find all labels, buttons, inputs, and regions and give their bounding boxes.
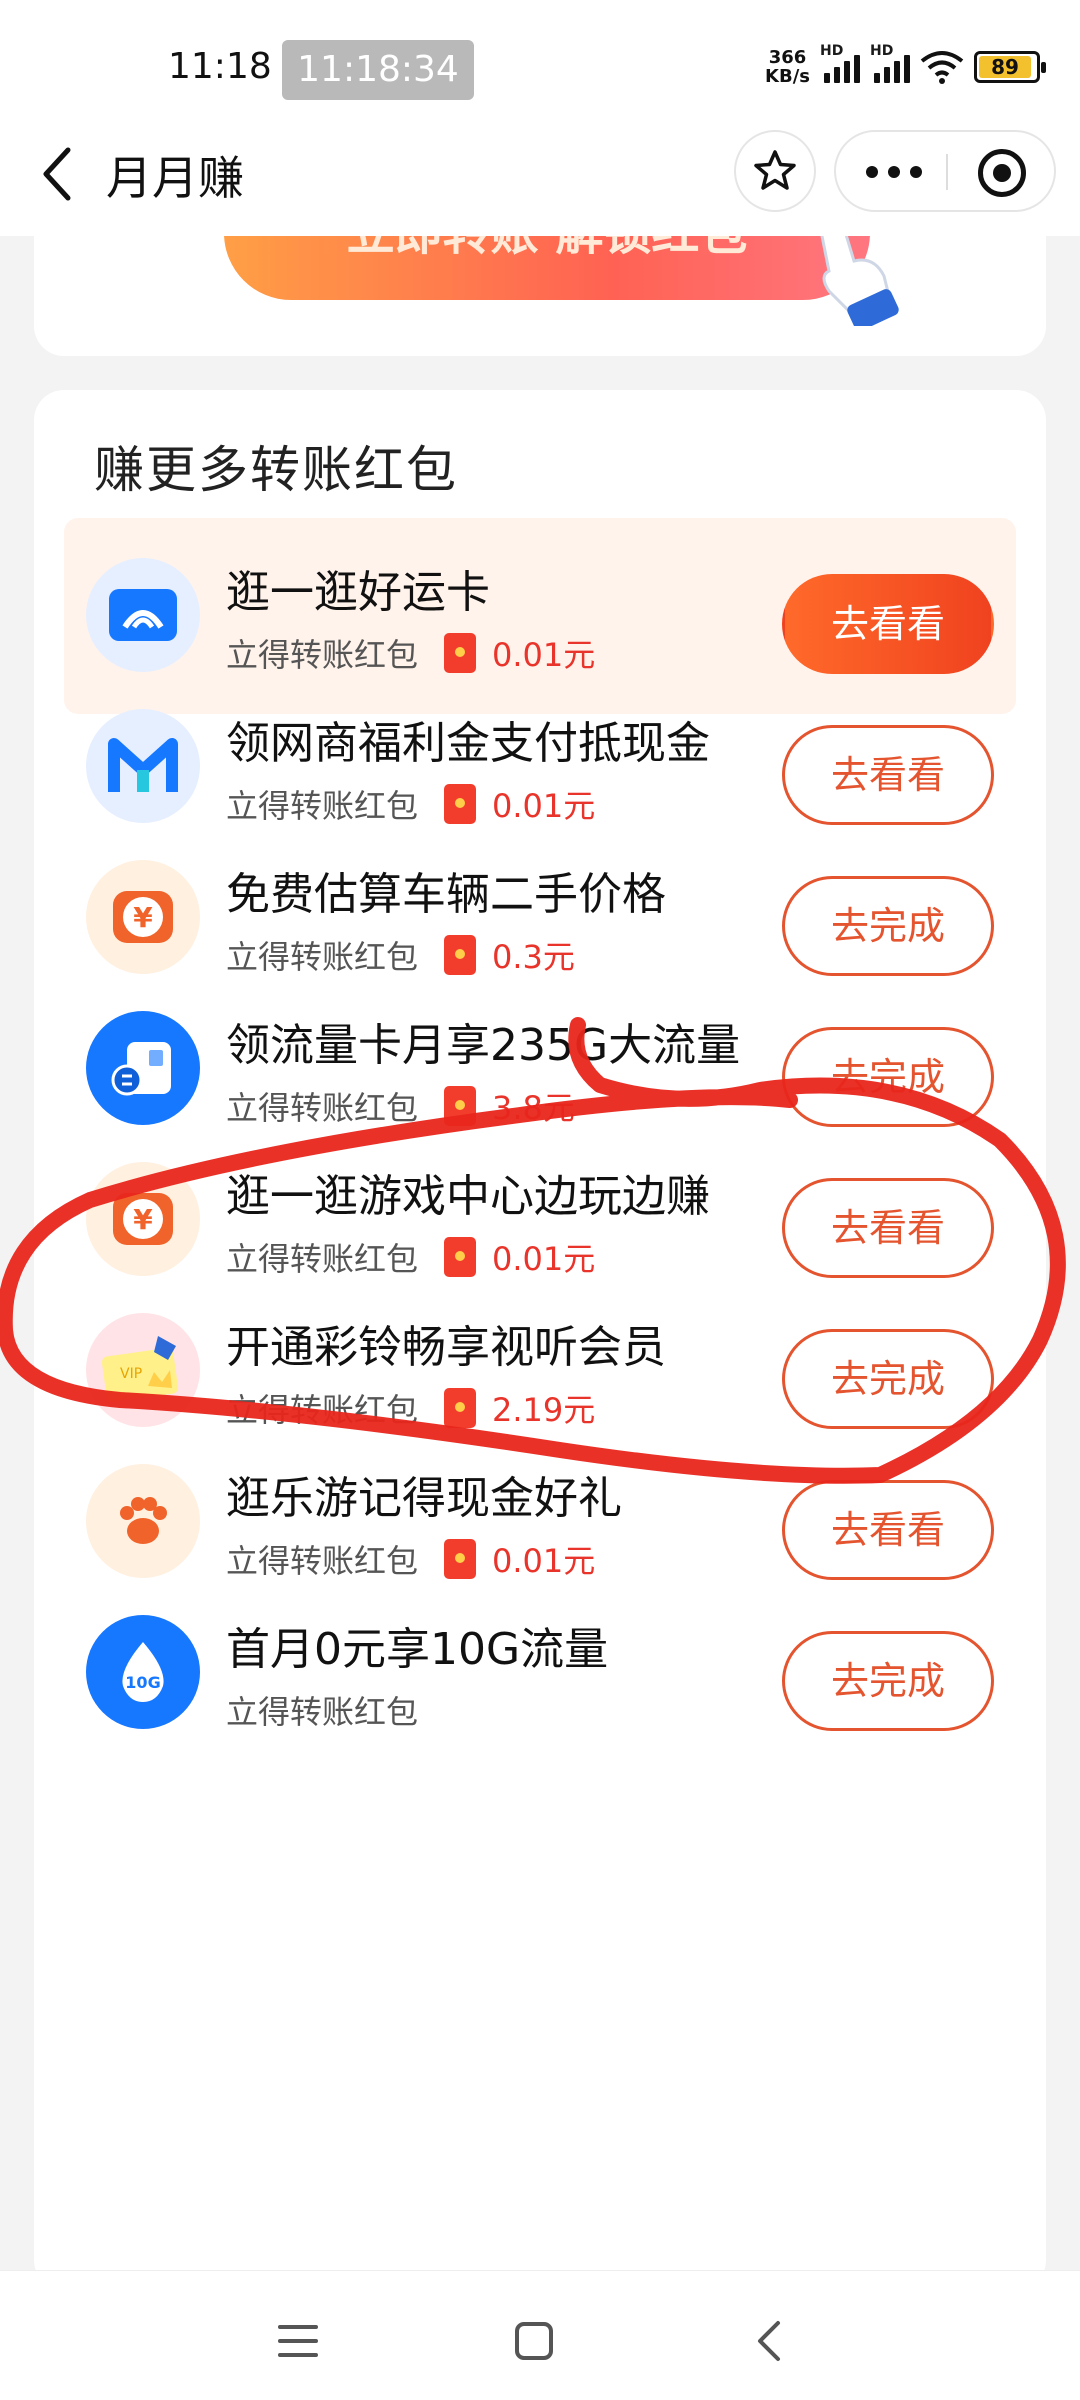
data-drop-icon: 10G [86,1615,200,1729]
svg-text:VIP: VIP [120,1366,142,1382]
hd-label-2: HD [870,43,894,59]
signal-icon: HD [820,43,860,83]
red-envelope-icon [444,784,477,824]
wifi-card-icon [86,558,200,672]
network-speed: 366 KB/s [765,48,810,86]
task-subtitle-text: 立得转账红包 [226,1693,419,1731]
task-name: 首月0元享10G流量 [226,1624,609,1675]
task-action-button[interactable]: 去看看 [782,725,994,825]
back-icon[interactable] [740,2311,800,2371]
close-target-icon[interactable] [978,149,1026,197]
task-name: 领流量卡月享235G大流量 [226,1020,741,1071]
home-icon[interactable] [504,2311,564,2371]
banner-card: 立即转账 解锁红包 [34,236,1046,356]
task-name: 逛一逛好运卡 [226,567,490,618]
status-time: 11:18 [168,46,272,87]
status-indicators: 366 KB/s HD HD 89 [765,43,1046,86]
yuan-coin-icon: ¥ [86,1162,200,1276]
vip-card-icon: VIP [86,1313,200,1427]
yuan-coin-icon: ¥ [86,860,200,974]
hd-label: HD [820,43,844,59]
svg-text:¥: ¥ [133,1203,153,1236]
wifi-icon [920,51,964,84]
task-name: 免费估算车辆二手价格 [226,869,666,920]
capsule-divider [946,154,948,190]
task-action-button[interactable]: 去看看 [782,574,994,674]
task-list-card: 赚更多转账红包 逛一逛好运卡 立得转账红包 0.01元 去看看 领网商福利金支付抵现金立… [34,390,1046,2290]
pointing-hand-icon [820,236,899,326]
network-speed-value: 366 [768,47,807,68]
red-envelope-icon [444,1237,477,1277]
task-name: 开通彩铃畅享视听会员 [226,1322,666,1373]
red-envelope-icon [444,633,477,673]
favorite-button[interactable] [734,130,816,212]
back-arrow-icon[interactable] [28,140,88,208]
task-name: 逛乐游记得现金好礼 [226,1473,622,1524]
page-title: 月月赚 [106,151,244,205]
network-speed-unit: KB/s [765,66,810,87]
transfer-unlock-button[interactable]: 立即转账 解锁红包 [224,236,870,300]
signal-icon-2: HD [870,43,910,83]
star-icon [754,150,796,190]
system-nav-bar [0,2270,1080,2400]
task-action-button[interactable]: 去完成 [782,1329,994,1429]
svg-text:10G: 10G [125,1673,160,1692]
menu-icon[interactable] [268,2311,328,2371]
task-action-button[interactable]: 去完成 [782,1631,994,1731]
nav-bar: 月月赚 [0,116,1080,236]
mybank-logo-icon [86,709,200,823]
task-name: 逛一逛游戏中心边玩边赚 [226,1171,710,1222]
task-action-button[interactable]: 去完成 [782,1027,994,1127]
task-name: 领网商福利金支付抵现金 [226,718,710,769]
section-title: 赚更多转账红包 [94,441,458,499]
task-action-button[interactable]: 去完成 [782,876,994,976]
red-envelope-icon [444,1539,477,1579]
paw-icon [86,1464,200,1578]
svg-text:¥: ¥ [133,901,153,934]
red-envelope-icon [444,1388,477,1428]
battery-icon: 89 [974,51,1046,83]
red-envelope-icon [444,1086,477,1126]
task-subtitle: 立得转账红包 [226,1687,418,1733]
task-action-button[interactable]: 去看看 [782,1178,994,1278]
more-icon[interactable] [866,166,922,178]
task-action-button[interactable]: 去看看 [782,1480,994,1580]
red-envelope-icon [444,935,477,975]
mini-program-capsule [834,130,1056,212]
sim-card-icon [86,1011,200,1125]
status-time-pill: 11:18:34 [282,40,474,100]
task-row[interactable]: 10G 首月0元享10G流量立得转账红包 去完成 [64,1575,1016,1771]
battery-level: 89 [979,56,1031,78]
